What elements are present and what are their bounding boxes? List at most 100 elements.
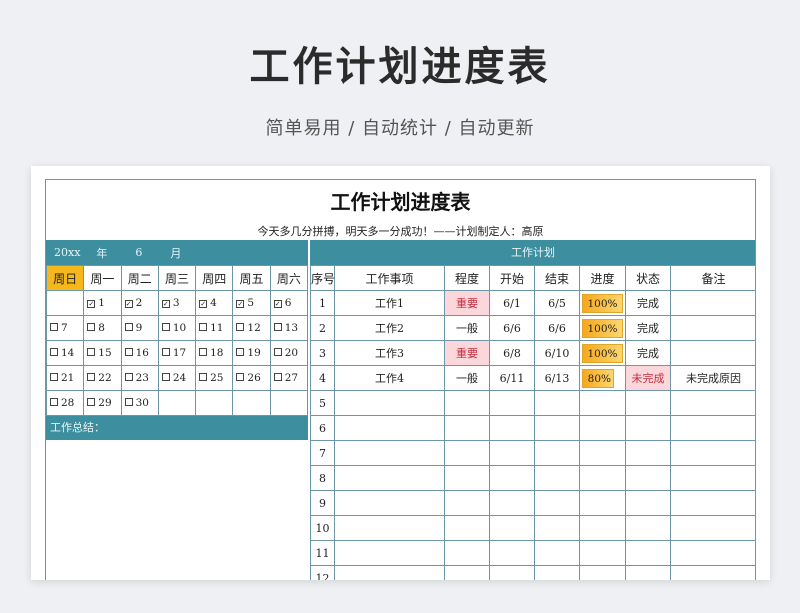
calendar-day-cell[interactable]: 9 <box>120 315 159 341</box>
calendar-day-cell[interactable]: 15 <box>83 340 122 366</box>
checkbox-icon[interactable] <box>273 323 282 331</box>
task-cell-progress[interactable] <box>579 415 626 441</box>
calendar-day-cell[interactable]: 16 <box>120 340 159 366</box>
task-cell-end[interactable] <box>534 565 580 580</box>
task-cell-status[interactable] <box>625 440 671 466</box>
task-cell-no[interactable]: 11 <box>310 540 335 566</box>
calendar-day-cell[interactable]: ✓ 6 <box>269 290 309 316</box>
task-cell-progress[interactable]: 80% <box>579 365 626 391</box>
checkbox-icon[interactable] <box>199 323 208 331</box>
task-cell-end[interactable]: 6/5 <box>534 290 580 316</box>
task-cell-progress[interactable] <box>579 540 626 566</box>
checkbox-icon[interactable] <box>236 373 245 381</box>
task-cell-end[interactable] <box>534 415 580 441</box>
calendar-day-cell[interactable]: 20 <box>269 340 309 366</box>
calendar-day-cell[interactable]: 12 <box>232 315 271 341</box>
task-cell-status[interactable] <box>625 565 671 580</box>
task-cell-level[interactable] <box>444 415 490 441</box>
task-cell-end[interactable] <box>534 490 580 516</box>
checkbox-icon[interactable] <box>236 323 245 331</box>
task-cell-end[interactable] <box>534 540 580 566</box>
task-cell-task[interactable] <box>334 490 445 516</box>
checkbox-icon[interactable] <box>50 323 58 331</box>
calendar-day-cell[interactable]: 19 <box>232 340 271 366</box>
checked-box-icon[interactable]: ✓ <box>161 300 170 308</box>
checkbox-icon[interactable] <box>124 398 133 406</box>
task-cell-note[interactable] <box>670 465 755 491</box>
task-cell-level[interactable] <box>444 440 490 466</box>
task-cell-start[interactable]: 6/1 <box>489 290 535 316</box>
checkbox-icon[interactable] <box>199 348 208 356</box>
task-cell-status[interactable] <box>625 515 671 541</box>
task-cell-end[interactable] <box>534 390 580 416</box>
task-cell-note[interactable] <box>670 315 755 341</box>
task-cell-start[interactable]: 6/8 <box>489 340 535 366</box>
calendar-day-cell[interactable]: ✓ 1 <box>83 290 122 316</box>
task-cell-start[interactable] <box>489 565 535 580</box>
task-cell-status[interactable]: 完成 <box>625 290 671 316</box>
checkbox-icon[interactable] <box>161 373 170 381</box>
task-cell-no[interactable]: 6 <box>310 415 335 441</box>
checked-box-icon[interactable]: ✓ <box>124 300 133 308</box>
task-cell-no[interactable]: 5 <box>310 390 335 416</box>
task-cell-level[interactable] <box>444 465 490 491</box>
calendar-day-cell[interactable]: 10 <box>157 315 197 341</box>
calendar-day-cell[interactable]: ✓ 2 <box>120 290 159 316</box>
task-cell-note[interactable] <box>670 490 755 516</box>
checkbox-icon[interactable] <box>87 398 96 406</box>
task-cell-task[interactable] <box>334 465 445 491</box>
task-cell-start[interactable]: 6/11 <box>489 365 535 391</box>
checkbox-icon[interactable] <box>199 373 208 381</box>
task-cell-progress[interactable] <box>579 465 626 491</box>
task-cell-task[interactable] <box>334 540 445 566</box>
task-cell-no[interactable]: 7 <box>310 440 335 466</box>
task-cell-note[interactable] <box>670 340 755 366</box>
task-cell-progress[interactable] <box>579 565 626 580</box>
calendar-day-cell[interactable]: 28 <box>46 390 85 416</box>
task-cell-note[interactable] <box>670 565 755 580</box>
task-cell-start[interactable] <box>489 540 535 566</box>
checkbox-icon[interactable] <box>273 373 282 381</box>
calendar-day-cell[interactable]: 29 <box>83 390 122 416</box>
checked-box-icon[interactable]: ✓ <box>236 300 245 308</box>
task-cell-status[interactable] <box>625 490 671 516</box>
task-cell-level[interactable]: 一般 <box>444 315 490 341</box>
calendar-day-cell[interactable]: ✓ 3 <box>157 290 197 316</box>
task-cell-start[interactable] <box>489 490 535 516</box>
task-cell-no[interactable]: 10 <box>310 515 335 541</box>
calendar-day-cell[interactable]: 25 <box>195 365 234 391</box>
task-cell-level[interactable] <box>444 565 490 580</box>
task-cell-no[interactable]: 3 <box>310 340 335 366</box>
task-cell-level[interactable]: 重要 <box>444 340 490 366</box>
task-cell-no[interactable]: 9 <box>310 490 335 516</box>
calendar-day-cell[interactable]: 7 <box>46 315 85 341</box>
task-cell-level[interactable] <box>444 490 490 516</box>
task-cell-task[interactable]: 工作1 <box>334 290 445 316</box>
calendar-day-cell[interactable]: ✓ 5 <box>232 290 271 316</box>
task-cell-status[interactable] <box>625 390 671 416</box>
task-cell-level[interactable] <box>444 515 490 541</box>
task-cell-level[interactable] <box>444 390 490 416</box>
calendar-day-cell[interactable]: ✓ 4 <box>195 290 234 316</box>
checkbox-icon[interactable] <box>87 348 96 356</box>
checkbox-icon[interactable] <box>124 323 133 331</box>
task-cell-end[interactable] <box>534 515 580 541</box>
task-cell-status[interactable] <box>625 415 671 441</box>
task-cell-start[interactable] <box>489 390 535 416</box>
checked-box-icon[interactable]: ✓ <box>273 300 282 308</box>
task-cell-level[interactable]: 一般 <box>444 365 490 391</box>
task-cell-note[interactable] <box>670 390 755 416</box>
task-cell-end[interactable] <box>534 465 580 491</box>
calendar-day-cell[interactable]: 24 <box>157 365 197 391</box>
task-cell-no[interactable]: 8 <box>310 465 335 491</box>
task-cell-level[interactable] <box>444 540 490 566</box>
task-cell-note[interactable] <box>670 290 755 316</box>
calendar-day-cell[interactable]: 23 <box>120 365 159 391</box>
task-cell-task[interactable]: 工作4 <box>334 365 445 391</box>
task-cell-start[interactable] <box>489 440 535 466</box>
task-cell-task[interactable]: 工作2 <box>334 315 445 341</box>
checkbox-icon[interactable] <box>236 348 245 356</box>
task-cell-level[interactable]: 重要 <box>444 290 490 316</box>
task-cell-progress[interactable] <box>579 440 626 466</box>
checkbox-icon[interactable] <box>161 348 170 356</box>
